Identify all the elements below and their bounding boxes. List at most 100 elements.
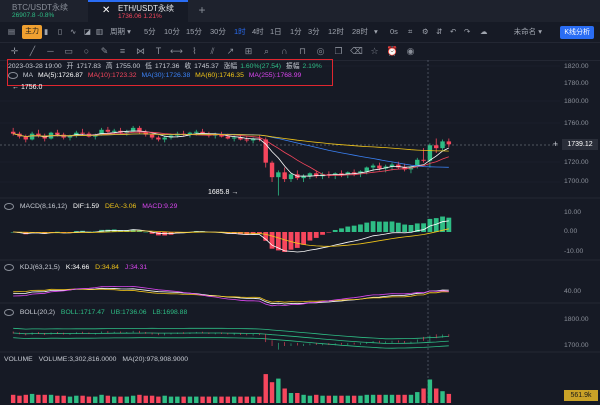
candle-body [434, 145, 439, 149]
volume-bar [434, 388, 439, 403]
volume-bar [162, 395, 167, 403]
volume-bar [364, 394, 369, 403]
volume-bar [86, 396, 92, 403]
macd-bar [332, 229, 338, 232]
macd-bar [320, 232, 325, 235]
macd-bar [370, 221, 376, 232]
candle-body [244, 139, 249, 141]
ma10-value: MA(10):1723.32 [87, 72, 137, 80]
macd-bar [345, 226, 351, 232]
macd-bar [294, 232, 300, 248]
price-tick: 1720.00 [564, 159, 589, 166]
volume-bar [29, 393, 35, 403]
volume-bar [105, 395, 111, 403]
boll-label: BOLL(20,2) BOLL:1717.47 UB:1736.06 LB:16… [4, 309, 191, 316]
eye-icon[interactable] [4, 309, 14, 316]
volume-bar [244, 396, 249, 403]
volume-bar [402, 394, 407, 403]
kdj-tick: 40.00 [564, 288, 582, 295]
volume-bar [415, 392, 420, 403]
candle-body [288, 174, 294, 180]
boll-name: BOLL(20,2) [19, 309, 56, 317]
volume-bar [61, 395, 66, 403]
candle-body [29, 133, 35, 140]
macd-bar [446, 217, 452, 232]
candle-body [282, 172, 287, 180]
macd-bar [395, 222, 401, 232]
ma5-value: MA(5):1726.87 [37, 72, 83, 80]
volume-bar [137, 394, 142, 403]
volume-bar [200, 396, 205, 403]
macd-bar [313, 232, 319, 238]
eye-icon[interactable] [4, 264, 14, 271]
volume-bar [383, 394, 388, 403]
macd-bar [307, 232, 313, 241]
boll-mid: BOLL:1717.47 [60, 309, 105, 317]
candle-body [80, 132, 85, 134]
ohlc-open: 1717.83 [76, 63, 101, 70]
candle-body [440, 141, 445, 149]
kdj-label: KDJ(63,21,5) K:34.66 D:34.84 J:34.31 [4, 264, 151, 271]
macd-bar [301, 232, 307, 245]
add-alert-icon[interactable]: + [553, 139, 558, 150]
macd-bar [143, 231, 149, 233]
volume-bar [320, 395, 325, 403]
candle-body [156, 137, 161, 140]
candle-body [194, 131, 199, 133]
boll-lb-line [13, 337, 449, 349]
candle-body [36, 133, 41, 136]
volume-bar [23, 394, 28, 403]
macd-dea: DEA:-3.06 [104, 203, 137, 211]
macd-bar [326, 232, 332, 233]
boll-ub: UB:1736.06 [110, 309, 147, 317]
volume-bar [370, 394, 376, 403]
macd-name: MACD(8,16,12) [19, 203, 68, 211]
volume-tag: 561.9k [564, 390, 598, 401]
volume-bar [238, 396, 243, 403]
volume-bar [301, 394, 306, 403]
candle-body [105, 129, 111, 132]
volume-bar [187, 396, 193, 403]
volume-bar [130, 395, 136, 403]
kdj-k-line [13, 287, 449, 305]
volume-bar [219, 396, 224, 403]
volume-bar [231, 396, 237, 403]
macd-label: MACD(8,16,12) DIF:1.59 DEA:-3.06 MACD:9.… [4, 203, 181, 210]
ohlc-open-label: 开 [66, 63, 74, 70]
volume-bar [143, 395, 148, 403]
volume-bar [10, 394, 16, 403]
macd-tick: 0.00 [564, 228, 578, 235]
volume-bar [213, 396, 218, 403]
ohlc-change: 1.60%(27.54) [240, 63, 282, 70]
volume-bar [194, 396, 199, 403]
ma-readout: MA MA(5):1726.87 MA(10):1723.32 MA(30):1… [8, 72, 304, 79]
volume-bar [156, 396, 161, 403]
candle-body [10, 131, 16, 134]
macd-bar [402, 224, 408, 232]
volume-bar [42, 394, 47, 403]
kdj-j: J:34.31 [124, 264, 148, 272]
kdj-k: K:34.66 [65, 264, 90, 272]
eye-icon[interactable] [4, 203, 14, 210]
ohlc-change-label: 涨幅 [223, 63, 238, 70]
volume-bar [358, 395, 363, 403]
volume-bar [263, 374, 268, 403]
ohlc-low-label: 低 [145, 63, 152, 70]
volume-bar [257, 396, 262, 403]
macd-bar [358, 224, 363, 232]
high-annotation: ← 1756.0 [12, 84, 43, 91]
high-annotation-value: 1756.0 [20, 84, 43, 91]
macd-tick: 10.00 [564, 209, 582, 216]
volume-bar [48, 394, 54, 403]
volume-bar [124, 396, 130, 403]
ma-name: MA [22, 72, 34, 80]
volume-bar [408, 394, 414, 403]
volume-bar [111, 396, 117, 403]
candle-body [269, 162, 275, 178]
volume-bar [351, 395, 357, 403]
volume-bar [67, 396, 73, 403]
macd-macd: MACD:9.29 [142, 203, 178, 211]
volume-bar [225, 396, 231, 403]
volume-bar [345, 395, 351, 403]
eye-icon[interactable] [8, 72, 18, 79]
